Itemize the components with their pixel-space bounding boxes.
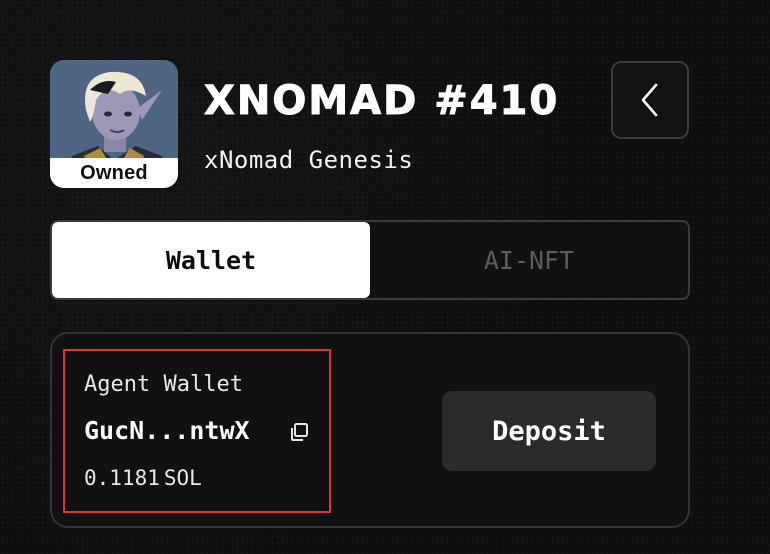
copy-icon[interactable] [288,421,310,443]
tab-bar: Wallet AI-NFT [50,220,690,300]
owned-badge: Owned [50,158,178,188]
deposit-button[interactable]: Deposit [442,391,656,471]
balance-amount: 0.1181 [84,466,160,490]
wallet-address: GucN...ntwX [84,416,250,445]
wallet-balance: 0.1181 SOL [84,466,202,490]
tab-ai-nft[interactable]: AI-NFT [370,222,688,298]
balance-unit: SOL [163,466,202,490]
nft-avatar[interactable]: Owned [50,60,178,188]
collection-name: xNomad Genesis [204,146,414,174]
tab-wallet[interactable]: Wallet [52,222,370,298]
nft-title: XNOMAD #410 [203,78,560,125]
agent-wallet-label: Agent Wallet [84,372,243,397]
back-button[interactable] [611,61,689,139]
chevron-left-icon [641,83,658,117]
